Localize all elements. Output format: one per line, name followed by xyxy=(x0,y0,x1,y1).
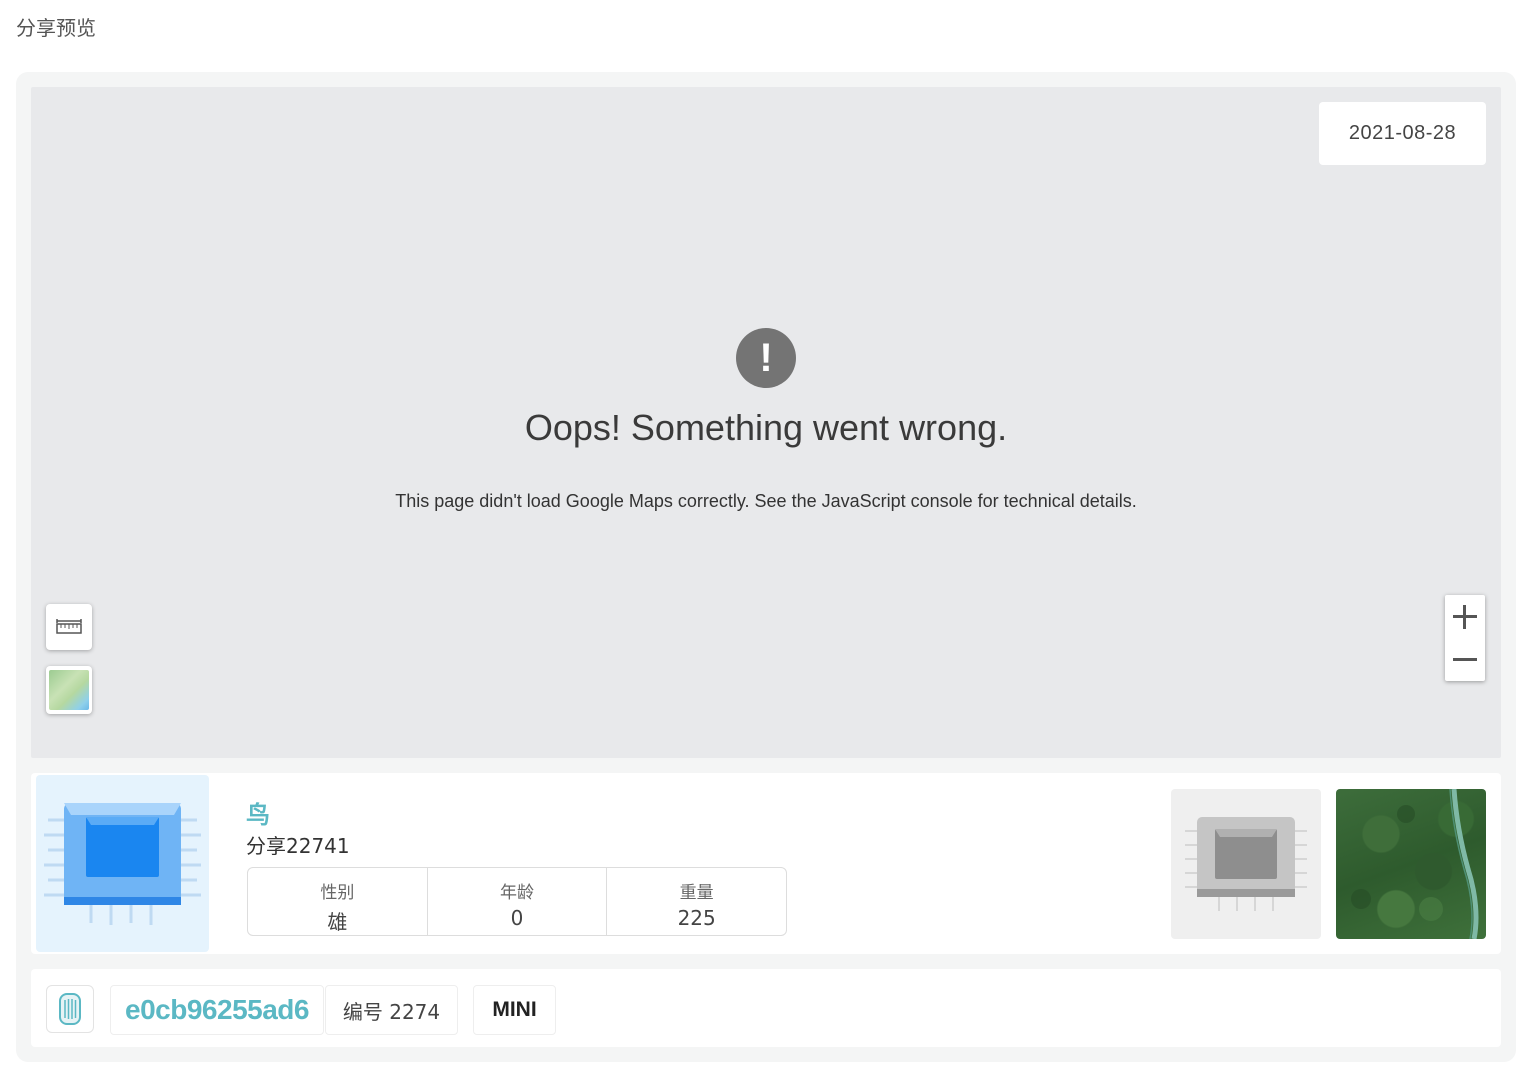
animal-avatar xyxy=(36,775,209,952)
stats-table: 性别 雄 年龄 0 重量 225 xyxy=(247,867,787,936)
stat-label: 年龄 xyxy=(500,883,534,903)
device-icon-svg xyxy=(59,993,81,1025)
device-info-bar: e0cb96255ad6 编号 2274 MINI xyxy=(31,969,1501,1047)
device-thumbnail[interactable] xyxy=(1171,789,1321,939)
minus-icon xyxy=(1453,648,1477,672)
stat-sex: 性别 雄 xyxy=(248,868,428,935)
gray-chip-icon xyxy=(1185,817,1307,911)
device-number: 编号 2274 xyxy=(325,985,458,1035)
stat-value: 225 xyxy=(677,906,716,930)
species-label: 鸟 xyxy=(246,801,270,829)
stat-value: 0 xyxy=(510,906,524,930)
zoom-out-button[interactable] xyxy=(1445,638,1485,681)
device-icon xyxy=(46,985,94,1033)
stat-label: 重量 xyxy=(679,883,714,903)
exclamation-icon: ! xyxy=(736,328,796,388)
map-panel[interactable]: 2021-08-28 ! Oops! Something went wrong.… xyxy=(31,87,1501,758)
chip-icon xyxy=(44,803,201,925)
plus-icon xyxy=(1453,604,1477,629)
stat-weight: 重量 225 xyxy=(607,868,786,935)
satellite-thumbnail[interactable] xyxy=(1336,789,1486,939)
map-error-detail: This page didn't load Google Maps correc… xyxy=(395,491,1137,511)
map-error-title: Oops! Something went wrong. xyxy=(524,407,1008,448)
river-path xyxy=(1351,789,1479,939)
zoom-control xyxy=(1445,595,1485,681)
device-model: MINI xyxy=(473,985,556,1035)
stat-age: 年龄 0 xyxy=(428,868,608,935)
map-type-button[interactable] xyxy=(46,666,92,714)
animal-info-card: 鸟 分享22741 性别 雄 年龄 0 重量 225 xyxy=(31,773,1501,954)
ruler-button[interactable] xyxy=(46,604,92,650)
device-id: e0cb96255ad6 xyxy=(110,985,324,1035)
ruler-icon xyxy=(56,619,82,634)
stat-label: 性别 xyxy=(320,883,355,903)
zoom-in-button[interactable] xyxy=(1445,595,1485,638)
stat-value: 雄 xyxy=(327,910,348,934)
date-badge: 2021-08-28 xyxy=(1319,102,1486,165)
page-title: 分享预览 xyxy=(16,16,96,40)
map-thumbnail xyxy=(49,670,89,710)
share-name: 分享22741 xyxy=(246,834,350,858)
